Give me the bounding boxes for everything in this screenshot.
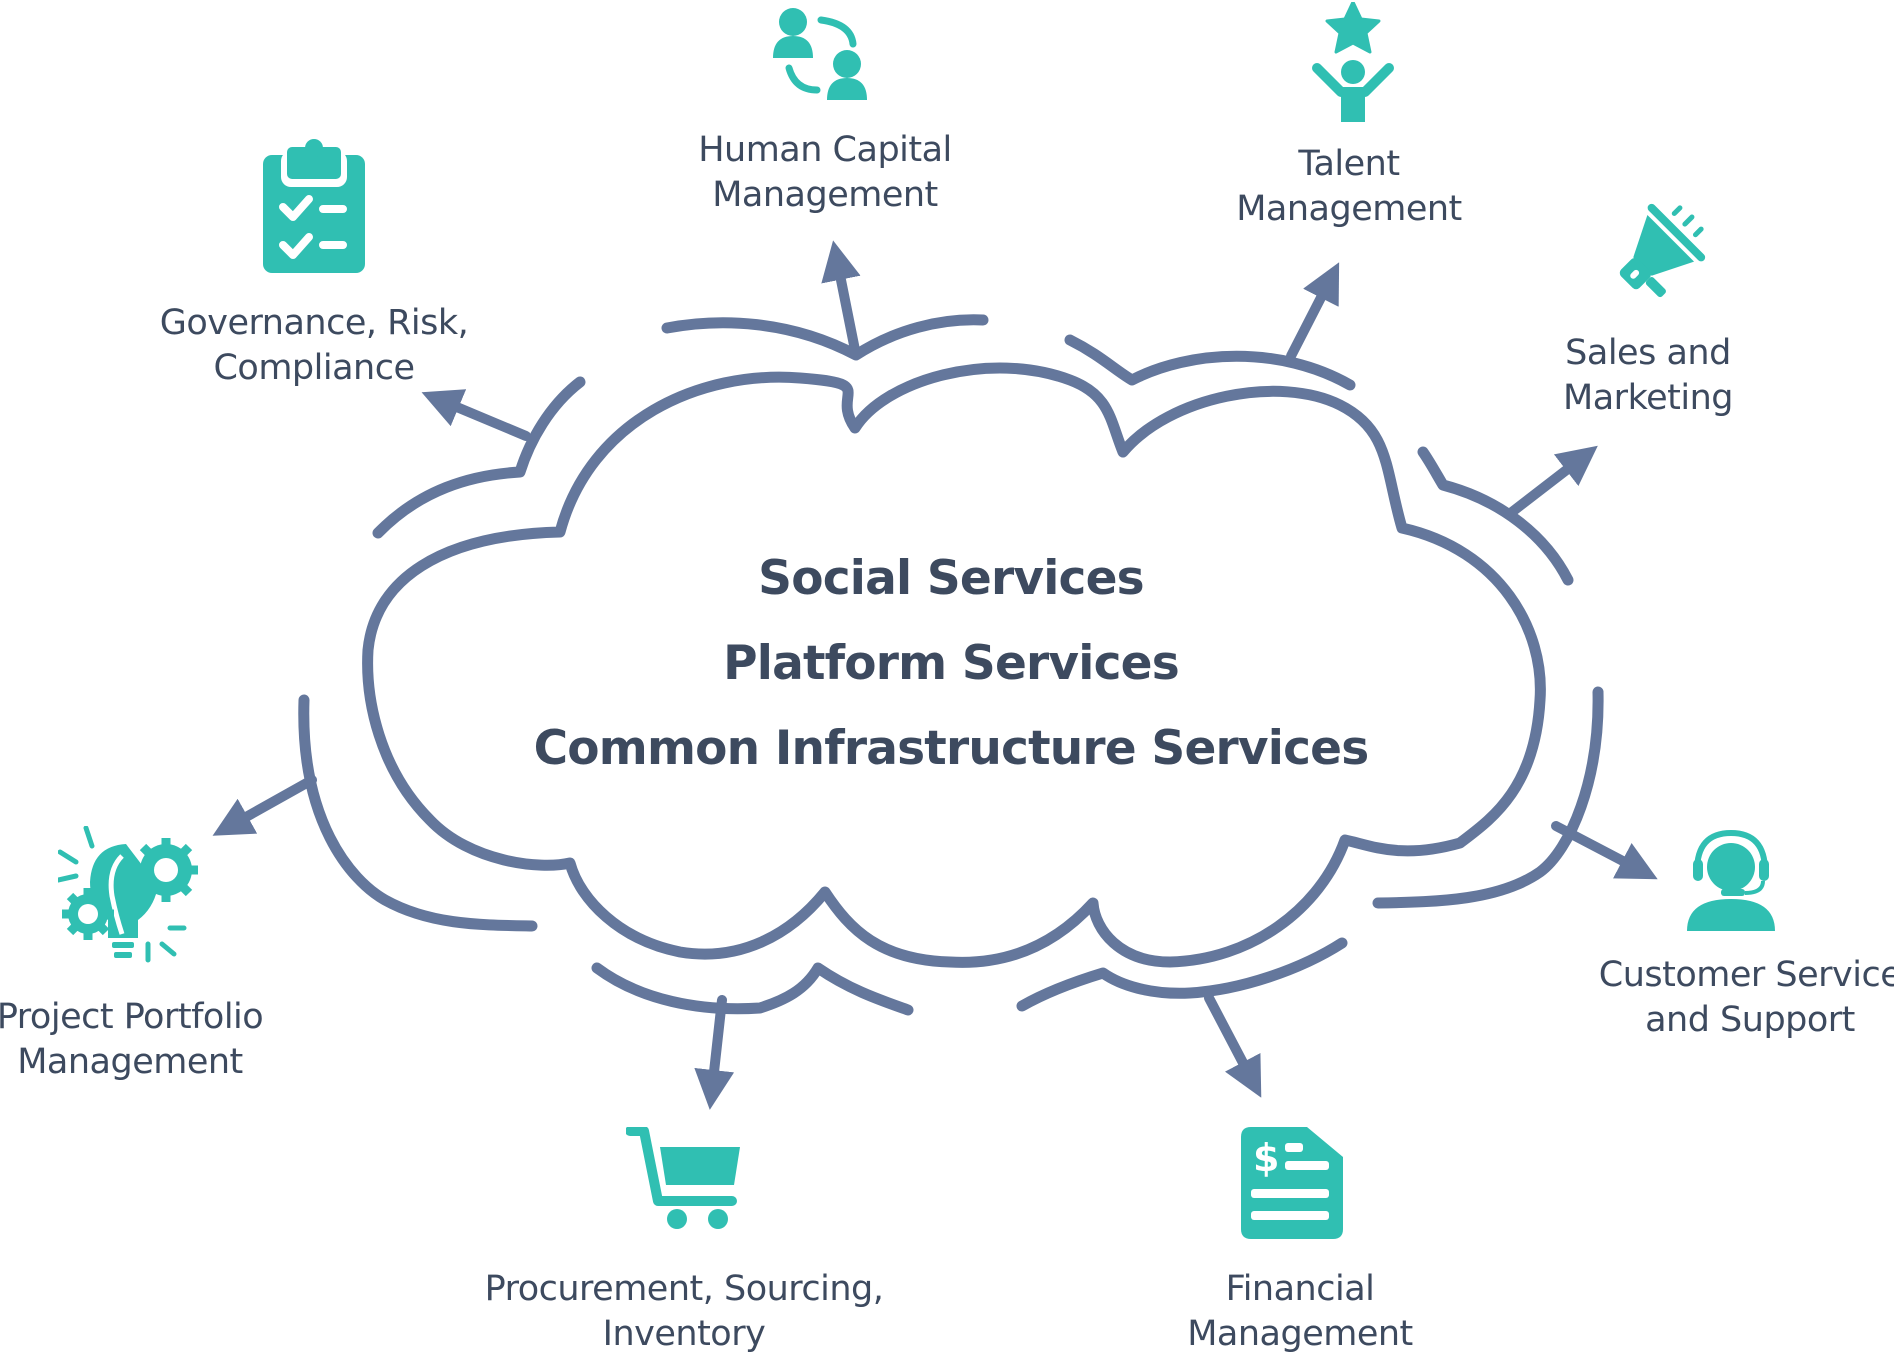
outer-arc-right-upper <box>1417 446 1574 586</box>
center-label-infrastructure: Common Infrastructure Services <box>533 721 1370 776</box>
outer-arc-top-right <box>1064 334 1356 391</box>
label-line: Management <box>1187 1314 1413 1354</box>
arrow-to-grc <box>421 389 531 441</box>
module-label-procurement: Procurement, Sourcing, Inventory <box>485 1267 884 1357</box>
svg-text:$: $ <box>1253 1136 1279 1180</box>
label-line: Compliance <box>213 348 415 388</box>
outer-arc-bottom-left <box>591 962 914 1016</box>
arrow-to-talent <box>1286 262 1340 361</box>
label-line: Customer Service <box>1598 955 1894 995</box>
cloud-services-diagram: Social Services Platform Services Common… <box>0 0 1894 1357</box>
arrow-to-procurement <box>694 995 735 1110</box>
label-line: Procurement, Sourcing, <box>484 1269 884 1309</box>
invoice-dollar-icon: $ <box>1241 1127 1343 1239</box>
label-line: Talent <box>1298 144 1400 184</box>
headset-agent-icon <box>1687 829 1775 931</box>
center-label-platform: Platform Services <box>723 636 1180 691</box>
people-exchange-icon <box>773 8 867 100</box>
outer-arc-top-center <box>661 314 989 361</box>
label-line: Governance, Risk, <box>159 303 469 343</box>
label-line: Project Portfolio <box>0 997 264 1037</box>
lightbulb-gears-icon <box>58 826 198 963</box>
label-line: Human Capital <box>698 130 952 170</box>
outer-arc-top-left <box>372 376 586 539</box>
arrow-to-hcm <box>821 240 861 360</box>
module-label-customer: Customer Service and Support <box>1599 953 1894 1043</box>
label-line: Marketing <box>1563 378 1733 418</box>
label-line: Inventory <box>602 1314 766 1354</box>
label-line: Sales and <box>1565 333 1731 373</box>
module-label-grc: Governance, Risk, Compliance <box>160 301 469 391</box>
person-star-icon <box>1312 2 1394 122</box>
arrow-to-ppm <box>212 775 317 836</box>
outer-arc-bottom-right <box>1016 937 1348 1012</box>
module-label-financial: Financial Management <box>1187 1267 1413 1357</box>
shopping-cart-icon <box>626 1127 740 1229</box>
label-line: Management <box>17 1042 243 1082</box>
label-line: and Support <box>1645 1000 1855 1040</box>
arrow-to-financial <box>1204 993 1262 1098</box>
module-label-ppm: Project Portfolio Management <box>0 995 264 1085</box>
megaphone-icon <box>1619 203 1706 298</box>
module-label-hcm: Human Capital Management <box>698 128 952 218</box>
module-label-talent: Talent Management <box>1236 142 1462 232</box>
label-line: Management <box>1236 189 1462 229</box>
arrow-to-customer <box>1551 821 1658 880</box>
outer-arc-right <box>1372 686 1604 909</box>
module-label-sales: Sales and Marketing <box>1563 331 1733 421</box>
center-label-social: Social Services <box>758 551 1144 606</box>
label-line: Financial <box>1225 1269 1375 1309</box>
clipboard-checklist-icon <box>263 139 365 273</box>
label-line: Management <box>712 175 938 215</box>
arrow-to-sales <box>1507 445 1598 517</box>
